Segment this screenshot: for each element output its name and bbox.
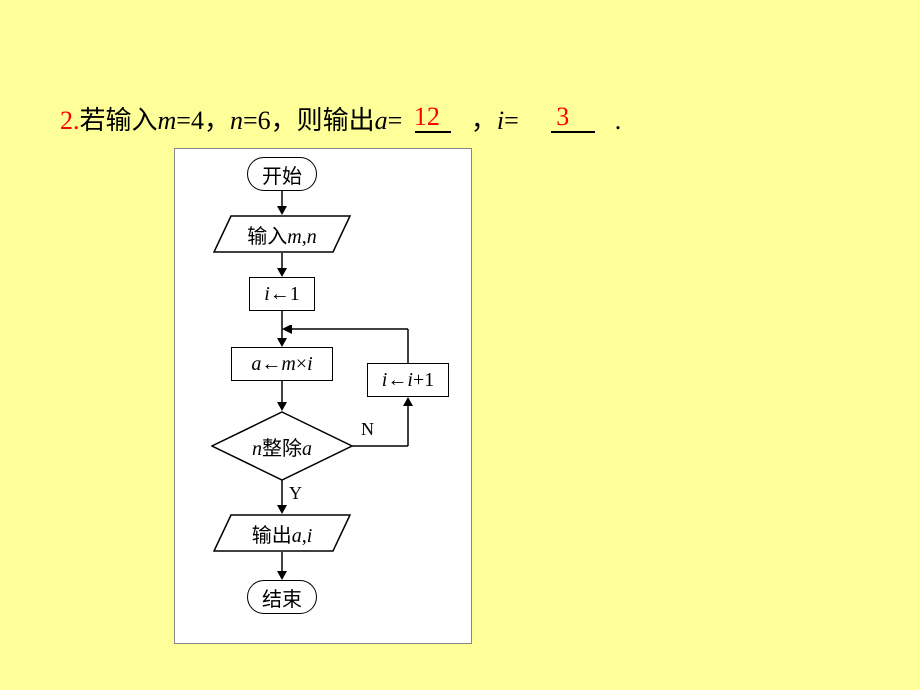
question-number: 2. <box>60 106 80 135</box>
period: . <box>615 106 622 135</box>
start-node: 开始 <box>247 157 317 191</box>
var-m: m <box>158 106 177 135</box>
arrow-start-input <box>275 191 289 215</box>
underline-a <box>415 129 451 133</box>
arrow-input-init <box>275 253 289 277</box>
var-i: i <box>497 106 504 135</box>
arrow-inc-loop <box>282 325 412 365</box>
arrow-dec-yes <box>275 480 289 514</box>
output-label-wrap: 输出a,i <box>213 514 351 552</box>
n-val: =6，则输出 <box>243 106 375 135</box>
question-text: 2.若输入m=4，n=6，则输出a= 12 ，i= 3 . <box>60 100 621 137</box>
sep1: ， <box>471 106 497 135</box>
yes-label: Y <box>289 483 302 504</box>
eq2: = <box>504 106 519 135</box>
underline-i <box>551 129 595 133</box>
input-label: 输入m,n输入m,n <box>247 220 316 249</box>
input-label-wrap: 输入m,n输入m,n <box>213 215 351 253</box>
var-a: a <box>375 106 388 135</box>
output-label: 输出a,i <box>252 519 313 548</box>
flowchart: 开始 输入m,n输入m,n i←1 <box>175 149 471 643</box>
m-val: =4， <box>176 106 230 135</box>
arrow-output-end <box>275 552 289 580</box>
pre-text: 若输入 <box>80 106 158 135</box>
decision-label: n整除a <box>252 432 312 461</box>
end-node: 结束 <box>247 580 317 614</box>
answer-i: 3 <box>556 102 569 131</box>
decision-label-wrap: n整除a <box>211 411 353 481</box>
arrow-dec-no <box>352 380 422 448</box>
arrow-calc-dec <box>275 381 289 411</box>
var-n: n <box>230 106 243 135</box>
start-label: 开始 <box>262 160 302 189</box>
eq1: = <box>388 106 403 135</box>
end-label: 结束 <box>262 583 302 612</box>
init-node: i←1 <box>249 277 315 311</box>
flowchart-container: 开始 输入m,n输入m,n i←1 <box>174 148 472 644</box>
answer-a: 12 <box>414 102 440 131</box>
init-label: i←1 <box>264 283 300 306</box>
